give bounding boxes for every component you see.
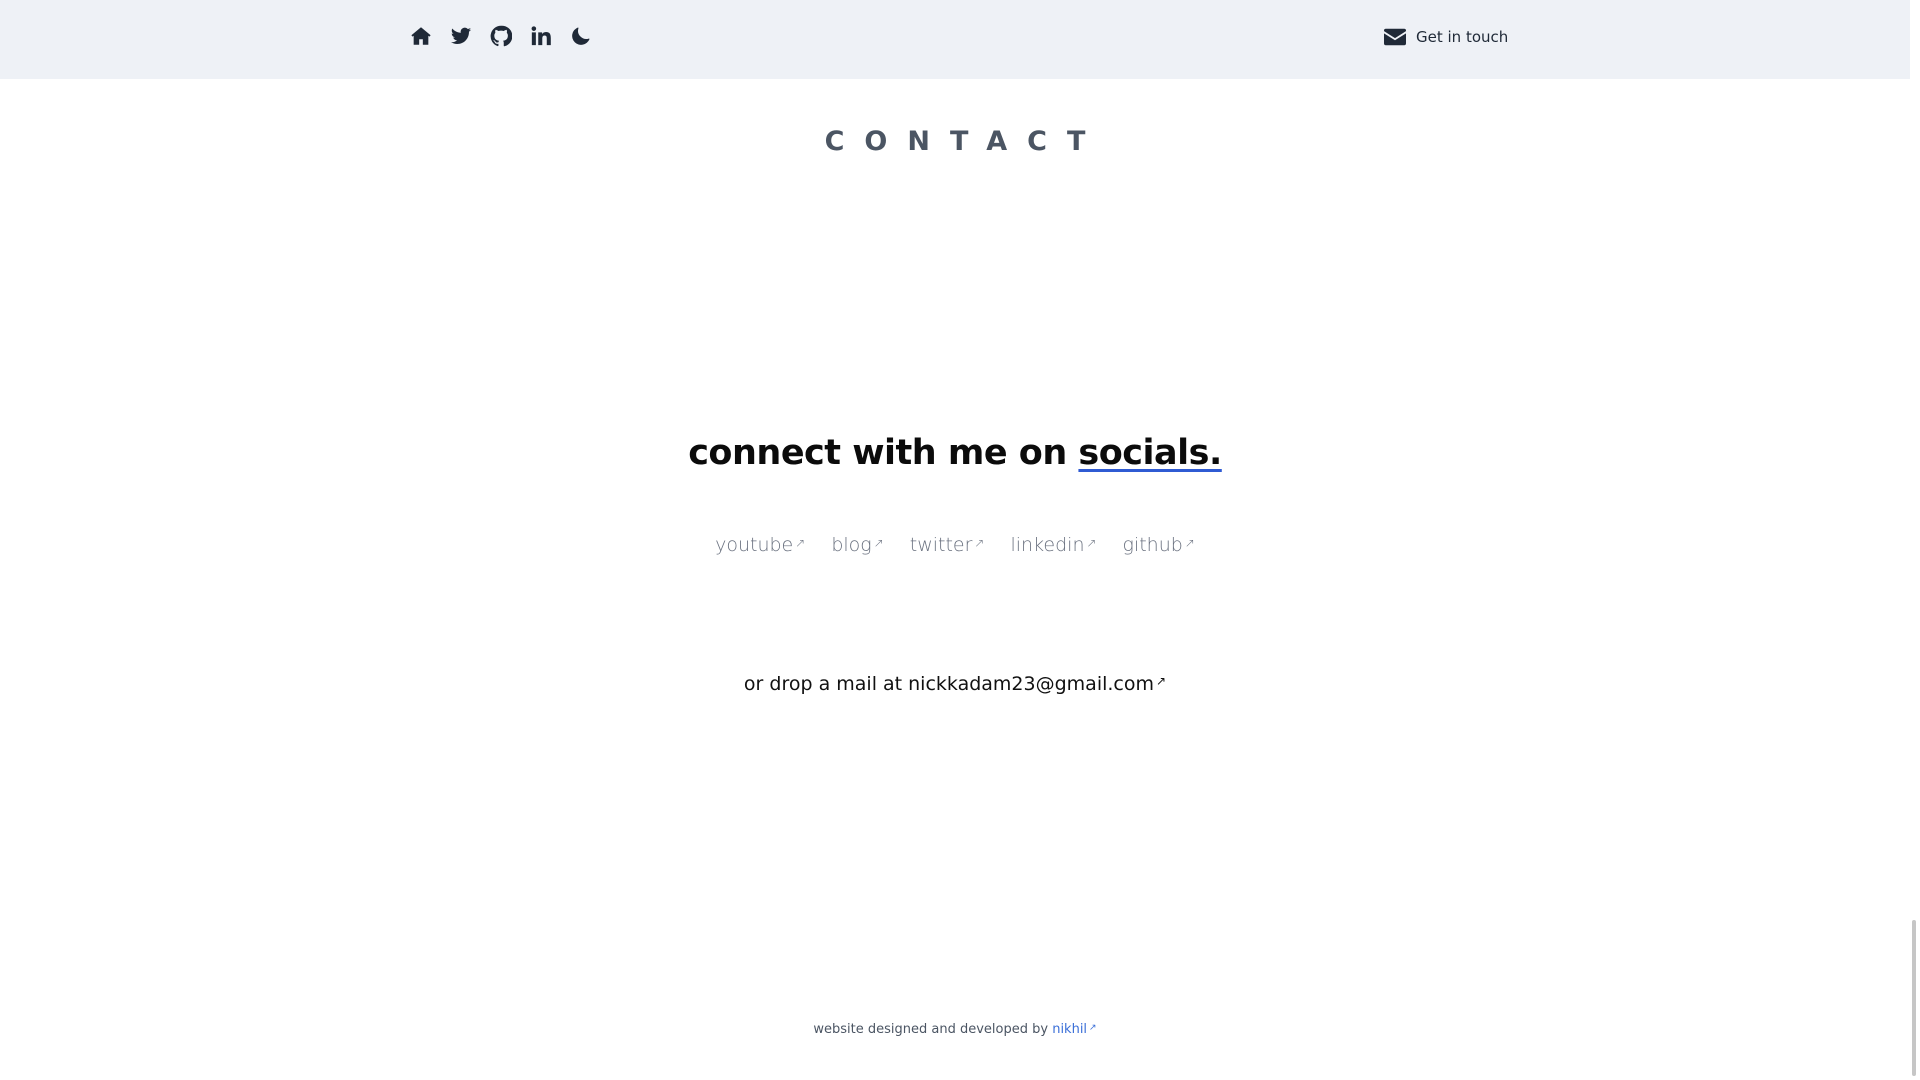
mail-icon <box>1384 28 1406 46</box>
social-link-twitter[interactable]: twitter ↗ <box>910 534 985 556</box>
footer: website designed and developed by nikhil… <box>0 1022 1910 1037</box>
linkedin-icon[interactable] <box>529 24 553 48</box>
external-link-icon: ↗ <box>974 536 985 550</box>
social-links: youtube ↗ blog ↗ twitter ↗ linkedin ↗ github… <box>0 534 1910 556</box>
navbar: Get in touch <box>0 0 1910 79</box>
section-title: CONTACT <box>824 126 1106 157</box>
home-icon[interactable] <box>409 24 433 48</box>
social-link-linkedin[interactable]: linkedin ↗ <box>1010 534 1096 556</box>
social-link-blog[interactable]: blog ↗ <box>831 534 883 556</box>
headline-prefix: connect with me on <box>688 433 1079 473</box>
scrollbar-track[interactable] <box>1910 0 1920 1080</box>
footer-text: website designed and developed by <box>813 1022 1053 1037</box>
scrollbar-thumb[interactable] <box>1912 920 1916 1076</box>
email-link[interactable]: nickkadam23@gmail.com ↗ <box>908 673 1166 695</box>
mail-line: or drop a mail at nickkadam23@gmail.com ↗ <box>0 673 1910 695</box>
github-icon[interactable] <box>489 24 513 48</box>
external-link-icon: ↗ <box>1184 536 1195 550</box>
moon-icon[interactable] <box>569 24 593 48</box>
get-in-touch-label: Get in touch <box>1416 28 1509 46</box>
social-link-github[interactable]: github ↗ <box>1123 534 1195 556</box>
socials-link[interactable]: socials. <box>1078 433 1222 473</box>
external-link-icon: ↗ <box>795 536 806 550</box>
external-link-icon: ↗ <box>1089 1023 1097 1033</box>
author-link[interactable]: nikhil ↗ <box>1052 1022 1096 1037</box>
mail-prefix: or drop a mail at <box>743 673 909 695</box>
twitter-icon[interactable] <box>449 24 473 48</box>
nav-icon-group <box>409 24 593 48</box>
get-in-touch-button[interactable]: Get in touch <box>1384 28 1508 46</box>
social-link-youtube[interactable]: youtube ↗ <box>715 534 805 556</box>
external-link-icon: ↗ <box>1156 674 1167 688</box>
external-link-icon: ↗ <box>873 536 884 550</box>
headline: connect with me on socials. <box>0 433 1910 473</box>
external-link-icon: ↗ <box>1086 536 1097 550</box>
page: Get in touch CONTACT connect with me on … <box>0 0 1920 1080</box>
